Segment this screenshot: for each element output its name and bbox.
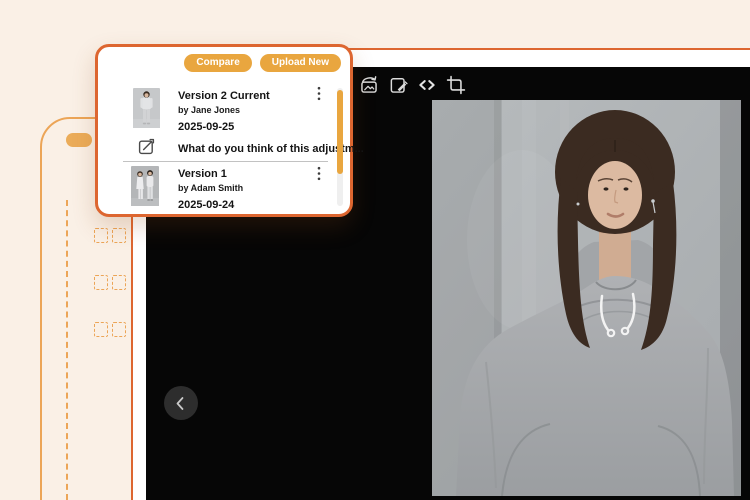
scrollbar-track xyxy=(337,88,343,206)
wireframe-dashed-box xyxy=(94,322,108,337)
version-title: Version 1 xyxy=(178,168,243,180)
version-comment-text: What do you think of this adjustm... xyxy=(178,143,364,155)
kebab-menu-icon[interactable] xyxy=(314,165,324,181)
upload-new-button[interactable]: Upload New xyxy=(260,54,341,72)
crop-icon[interactable] xyxy=(446,75,466,95)
photo-woman-gray-hoodie xyxy=(432,100,741,496)
restore-image-icon[interactable] xyxy=(359,75,379,95)
version-meta: Version 2 Current by Jane Jones 2025-09-… xyxy=(178,88,270,133)
version-thumbnail[interactable] xyxy=(133,88,160,133)
edit-file-icon[interactable] xyxy=(388,75,408,95)
prev-version-button[interactable] xyxy=(164,386,198,420)
version-meta: Version 1 by Adam Smith 2025-09-24 xyxy=(178,166,243,211)
chevron-left-icon xyxy=(171,393,192,414)
version-title: Version 2 Current xyxy=(178,90,270,102)
wireframe-dashed-box xyxy=(112,322,126,337)
compose-comment-icon xyxy=(138,138,155,160)
version-author: by Adam Smith xyxy=(178,183,243,193)
version-comment-row[interactable]: What do you think of this adjustm... xyxy=(138,138,364,160)
scrollbar-thumb[interactable] xyxy=(337,90,343,174)
app-screenshot: Compare Upload New xyxy=(0,0,750,500)
card-action-buttons: Compare Upload New xyxy=(184,54,341,72)
code-icon[interactable] xyxy=(417,75,437,95)
version-row-previous[interactable]: Version 1 by Adam Smith 2025-09-24 xyxy=(131,166,243,211)
version-history-card: Compare Upload New xyxy=(95,44,353,217)
compare-button[interactable]: Compare xyxy=(184,54,251,72)
version-row-current[interactable]: Version 2 Current by Jane Jones 2025-09-… xyxy=(133,88,270,133)
wireframe-dashed-box xyxy=(94,228,108,243)
wireframe-dashed-box xyxy=(94,275,108,290)
version-thumbnail[interactable] xyxy=(131,166,159,211)
kebab-menu-icon[interactable] xyxy=(314,85,324,101)
version-author: by Jane Jones xyxy=(178,105,270,115)
version-date: 2025-09-24 xyxy=(178,199,243,211)
version-date: 2025-09-25 xyxy=(178,121,270,133)
row-divider xyxy=(123,161,328,162)
wireframe-dashed-line xyxy=(66,200,68,500)
wireframe-dashed-box xyxy=(112,275,126,290)
wireframe-dashed-box xyxy=(112,228,126,243)
viewer-toolbar xyxy=(359,75,466,95)
wireframe-pill-shape xyxy=(66,133,92,147)
